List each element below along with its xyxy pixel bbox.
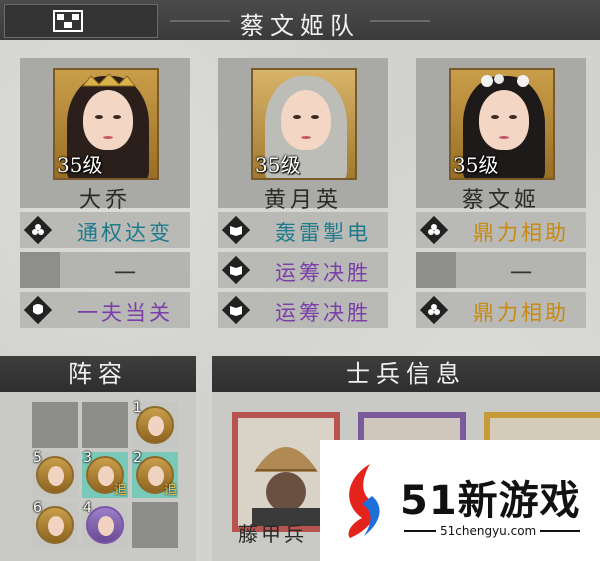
formation-cell[interactable]: 6 xyxy=(32,500,78,548)
book-icon xyxy=(222,296,250,324)
face-shape xyxy=(281,90,331,150)
hero-name: 黄月英 xyxy=(263,188,342,213)
crown-icon xyxy=(81,73,137,87)
empty-slot xyxy=(20,252,60,288)
skill-name: 通权达变 xyxy=(77,221,173,245)
skill-slot-empty[interactable]: 一 xyxy=(416,252,586,288)
skill-slot[interactable]: 鼎力相助 xyxy=(416,212,586,248)
lineup-panel: 1 5 3 追 2 追 6 4 xyxy=(0,392,196,561)
eye-left xyxy=(293,115,301,119)
formation-cell[interactable]: 4 xyxy=(82,500,128,548)
skill-slot[interactable]: 运筹决胜 xyxy=(218,252,388,288)
skill-name: 运筹决胜 xyxy=(275,261,371,285)
watermark: 51新游戏 51chengyu.com xyxy=(320,440,600,561)
lineup-header: 阵容 xyxy=(0,356,196,392)
formation-cell[interactable]: 5 xyxy=(32,450,78,498)
title-bar: 蔡文姬队 xyxy=(0,0,600,40)
formation-cell-empty[interactable] xyxy=(82,402,128,448)
face-shape xyxy=(83,90,133,150)
skill-slot[interactable]: 轰雷掣电 xyxy=(218,212,388,248)
position-number: 1 xyxy=(133,400,142,416)
skill-name: 运筹决胜 xyxy=(275,301,371,325)
skill-slot[interactable]: 一夫当关 xyxy=(20,292,190,328)
hero-level: 35级 xyxy=(453,153,499,177)
hero-portrait: 35级 xyxy=(449,68,555,180)
position-number: 6 xyxy=(33,500,42,516)
skill-name: 鼎力相助 xyxy=(473,221,569,245)
empty-slot xyxy=(416,252,456,288)
skill-slot[interactable]: 运筹决胜 xyxy=(218,292,388,328)
position-number: 5 xyxy=(33,450,42,466)
formation-cell[interactable]: 3 追 xyxy=(82,450,128,498)
hero-name: 蔡文姬 xyxy=(461,188,540,213)
lip-shape xyxy=(103,136,113,139)
position-number: 3 xyxy=(83,450,92,466)
formation-cell[interactable]: 1 xyxy=(132,400,178,448)
hero-level: 35级 xyxy=(255,153,301,177)
hero-card-1[interactable]: 35级 大乔 xyxy=(20,58,190,213)
book-icon xyxy=(222,256,250,284)
skill-name: 一夫当关 xyxy=(77,301,173,325)
skill-empty-dash: 一 xyxy=(509,262,532,287)
skill-slot-empty[interactable]: 一 xyxy=(20,252,190,288)
shield-swirl-icon xyxy=(24,296,52,324)
skill-name: 鼎力相助 xyxy=(473,301,569,325)
eye-right xyxy=(311,115,319,119)
flower-icon xyxy=(420,216,448,244)
brand-logo-icon xyxy=(348,464,380,538)
brand-url: 51chengyu.com xyxy=(440,524,537,538)
hero-name: 大乔 xyxy=(78,188,131,213)
face-shape xyxy=(479,90,529,150)
team-title: 蔡文姬队 xyxy=(240,12,360,40)
formation-cell-empty[interactable] xyxy=(132,502,178,548)
flower-icon xyxy=(420,296,448,324)
eye-left xyxy=(491,115,499,119)
book-icon xyxy=(222,216,250,244)
eye-left xyxy=(95,115,103,119)
skill-slot[interactable]: 通权达变 xyxy=(20,212,190,248)
divider xyxy=(404,530,436,532)
brand-name: 51新游戏 xyxy=(400,478,581,524)
hero-card-3[interactable]: 35级 蔡文姬 xyxy=(416,58,586,213)
follow-tag: 追 xyxy=(163,483,177,498)
hero-portrait: 35级 xyxy=(251,68,357,180)
skill-slot[interactable]: 鼎力相助 xyxy=(416,292,586,328)
eye-right xyxy=(113,115,121,119)
eye-right xyxy=(509,115,517,119)
position-number: 2 xyxy=(133,450,142,466)
hero-level: 35级 xyxy=(57,153,103,177)
formation-cell[interactable]: 2 追 xyxy=(132,450,178,498)
flower-headdress-icon xyxy=(481,74,529,87)
soldier-name: 藤甲兵 xyxy=(238,522,307,546)
lip-shape xyxy=(301,136,311,139)
position-number: 4 xyxy=(83,500,92,516)
skill-name: 轰雷掣电 xyxy=(275,221,371,245)
follow-tag: 追 xyxy=(113,483,127,498)
formation-cell-empty[interactable] xyxy=(32,402,78,448)
soldier-info-header: 士兵信息 xyxy=(212,356,600,392)
divider xyxy=(540,530,580,532)
skill-empty-dash: 一 xyxy=(113,262,136,287)
hero-card-2[interactable]: 35级 黄月英 xyxy=(218,58,388,213)
flower-icon xyxy=(24,216,52,244)
hero-portrait: 35级 xyxy=(53,68,159,180)
lip-shape xyxy=(499,136,509,139)
